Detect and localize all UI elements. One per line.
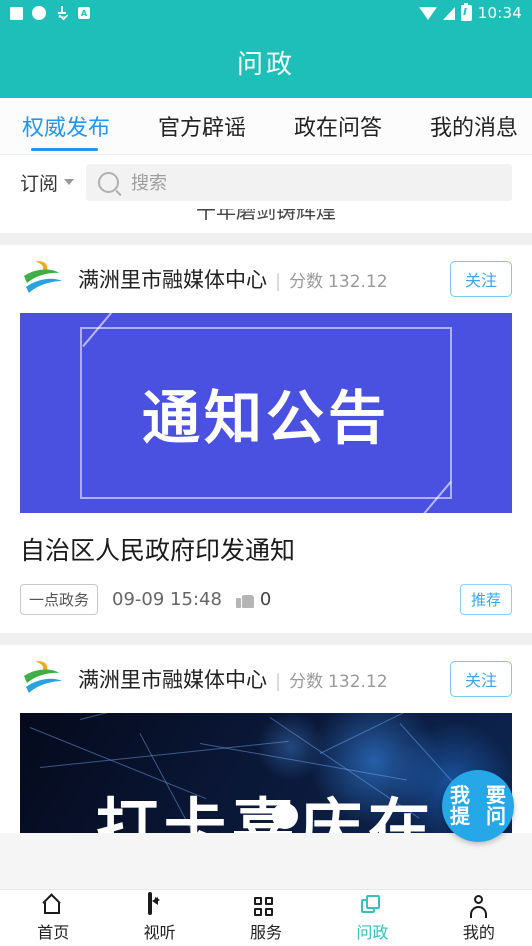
publisher-row[interactable]: 满洲里市融媒体中心 | 分数 132.12 关注: [0, 245, 532, 313]
nav-item-video[interactable]: 视听: [106, 890, 212, 946]
article-banner-image[interactable]: 打卡喜庆在: [20, 712, 512, 833]
publisher-row[interactable]: 满洲里市融媒体中心 | 分数 132.12 关注: [0, 645, 532, 713]
person-icon: [467, 894, 491, 918]
thumbs-up-icon[interactable]: [235, 590, 254, 608]
grid-apps-icon: [254, 896, 278, 916]
search-row: 订阅 搜索: [0, 155, 532, 209]
swirl-ribbon-logo-icon: [24, 660, 62, 693]
search-placeholder: 搜索: [131, 173, 168, 194]
nav-label: 视听: [143, 922, 176, 942]
like-group[interactable]: 0: [235, 588, 272, 610]
tab-label: 权威发布: [22, 116, 111, 141]
page-title: 问政: [236, 49, 295, 80]
status-bar-right-icons: 10:34: [418, 3, 522, 22]
publisher-name: 满洲里市融媒体中心: [78, 667, 267, 692]
fab-char: 我: [450, 783, 470, 807]
download-icon: [55, 6, 69, 21]
tab-government-qa[interactable]: 政在问答: [294, 98, 406, 154]
nav-label: 服务: [250, 922, 283, 942]
publisher-divider: |: [275, 271, 282, 292]
search-icon: [98, 171, 120, 193]
tab-my-messages[interactable]: 我的消息: [430, 98, 518, 154]
square-icon: [10, 6, 23, 20]
fab-char: 问: [486, 804, 506, 828]
like-count: 0: [259, 588, 272, 610]
nav-item-home[interactable]: 首页: [0, 890, 106, 946]
video-camera-icon: [147, 891, 152, 915]
battery-icon: [460, 3, 472, 21]
score-label: 分数: [289, 272, 324, 292]
feed-divider: [0, 233, 532, 245]
publisher-logo: [20, 659, 64, 699]
nav-item-government-affairs[interactable]: 问政: [319, 890, 425, 946]
status-bar: A 10:34: [0, 0, 532, 26]
follow-button[interactable]: 关注: [449, 660, 512, 697]
swirl-ribbon-logo-icon: [24, 261, 62, 293]
nav-item-mine[interactable]: 我的: [426, 890, 532, 946]
bottom-navigation-bar: 首页 视听 服务 问政 我的: [0, 889, 532, 946]
banner-text: 通知公告: [141, 384, 390, 452]
article-title[interactable]: 自治区人民政府印发通知: [0, 513, 532, 568]
publisher-logo: [20, 259, 64, 299]
article-date: 09-09 15:48: [112, 588, 222, 610]
fab-char: 提: [450, 804, 470, 828]
follow-button[interactable]: 关注: [449, 261, 512, 297]
tab-authoritative-release[interactable]: 权威发布: [22, 98, 134, 154]
banner-text: 打卡喜庆在: [95, 790, 436, 833]
nav-item-services[interactable]: 服务: [213, 890, 319, 946]
partially-scrolled-item[interactable]: 十年磨剑铸辉煌: [0, 209, 532, 233]
chevron-down-icon: [64, 179, 75, 185]
nav-label: 首页: [37, 922, 70, 942]
score-value: 132.12: [328, 671, 388, 692]
clipped-item-title: 十年磨剑铸辉煌: [196, 209, 336, 223]
feed-divider: [0, 632, 532, 645]
subscribe-label: 订阅: [20, 172, 59, 195]
tab-label: 政在问答: [294, 116, 383, 141]
publisher-name: 满洲里市融媒体中心: [78, 268, 267, 292]
search-input[interactable]: 搜索: [86, 163, 512, 201]
feed-card[interactable]: 满洲里市融媒体中心 | 分数 132.12 关注 通知公告 自治区人民政府印发通…: [0, 245, 532, 633]
tab-label: 官方辟谣: [158, 116, 247, 141]
wifi-icon: [418, 6, 437, 20]
publisher-meta: 满洲里市融媒体中心 | 分数 132.12: [78, 264, 436, 294]
score-value: 132.12: [328, 272, 388, 292]
article-meta-row: 一点政务 09-09 15:48 0 推荐: [0, 568, 532, 633]
article-banner-image[interactable]: 通知公告: [20, 313, 512, 513]
signal-icon: [442, 6, 455, 20]
recommended-badge: 推荐: [459, 583, 512, 615]
circle-icon: [32, 6, 46, 20]
status-bar-left-icons: A: [10, 6, 419, 21]
status-bar-clock: 10:34: [477, 4, 522, 22]
fab-char: 要: [486, 783, 506, 807]
article-tag[interactable]: 一点政务: [20, 583, 99, 615]
tab-bar: 权威发布 官方辟谣 政在问答 我的消息: [0, 98, 532, 155]
score-label: 分数: [289, 671, 324, 692]
tab-label: 我的消息: [430, 116, 519, 141]
app-bar: 问政: [0, 26, 532, 98]
publisher-meta: 满洲里市融媒体中心 | 分数 132.12: [78, 664, 436, 694]
subscribe-dropdown[interactable]: 订阅: [20, 169, 75, 196]
nav-label: 我的: [462, 922, 495, 942]
ask-question-fab[interactable]: 我 要 提 问: [442, 770, 514, 842]
app-badge-icon: A: [78, 7, 90, 19]
app-badge-letter: A: [80, 8, 88, 18]
layers-icon: [360, 894, 384, 916]
nav-label: 问政: [356, 922, 389, 942]
publisher-divider: |: [275, 670, 282, 692]
home-icon: [41, 894, 65, 916]
tab-official-rumor-refutation[interactable]: 官方辟谣: [158, 98, 270, 154]
